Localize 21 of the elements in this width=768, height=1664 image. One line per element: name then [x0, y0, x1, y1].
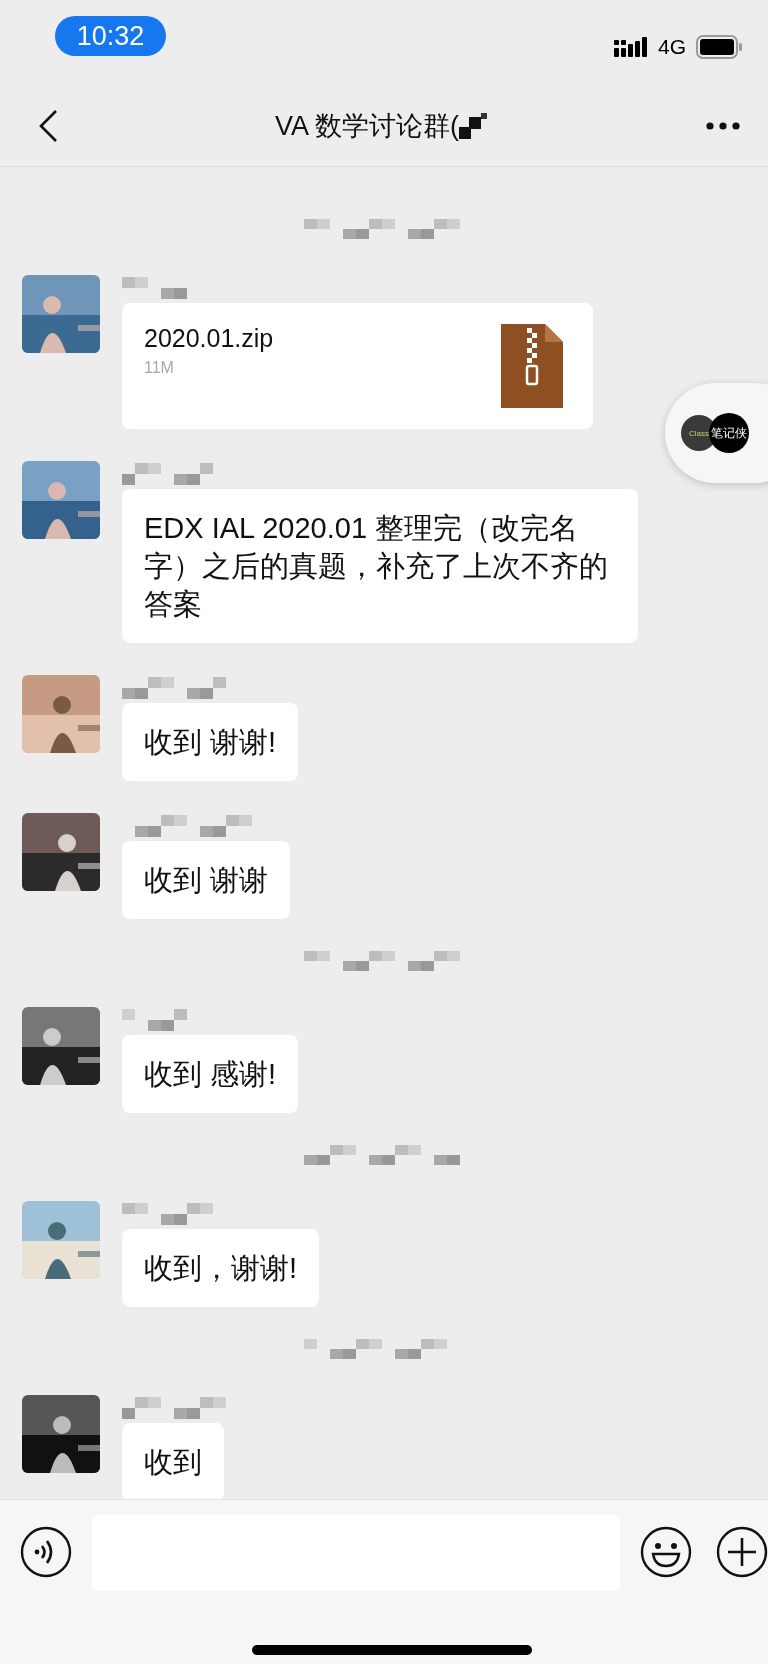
file-message-bubble[interactable]: 2020.01.zip 11M: [122, 302, 593, 429]
add-icon[interactable]: [716, 1526, 768, 1579]
emoji-icon[interactable]: [640, 1526, 692, 1579]
message-bubble: 收到，谢谢!: [122, 1228, 320, 1307]
status-time: 10:32: [55, 16, 166, 56]
chat-title: VA 数学讨论群(: [275, 109, 459, 143]
voice-icon[interactable]: [20, 1526, 72, 1579]
back-icon[interactable]: [38, 108, 58, 143]
message-bubble: 收到: [122, 1422, 224, 1500]
message-bubble: 收到 谢谢: [122, 840, 291, 919]
signal-icon: [614, 37, 648, 57]
battery-icon: [696, 35, 742, 59]
message-bubble: EDX IAL 2020.01 整理完（改完名字）之后的真题，补充了上次不齐的答案: [122, 488, 638, 643]
file-size: 11M: [144, 357, 175, 378]
file-name: 2020.01.zip: [144, 322, 274, 354]
zip-file-icon: [501, 323, 563, 408]
more-icon[interactable]: [706, 121, 740, 130]
floating-button[interactable]: Class 笔记侠: [665, 383, 768, 483]
network-label: 4G: [658, 35, 686, 59]
message-bubble: 收到 谢谢!: [122, 702, 299, 781]
message-bubble: 收到 感谢!: [122, 1034, 299, 1113]
